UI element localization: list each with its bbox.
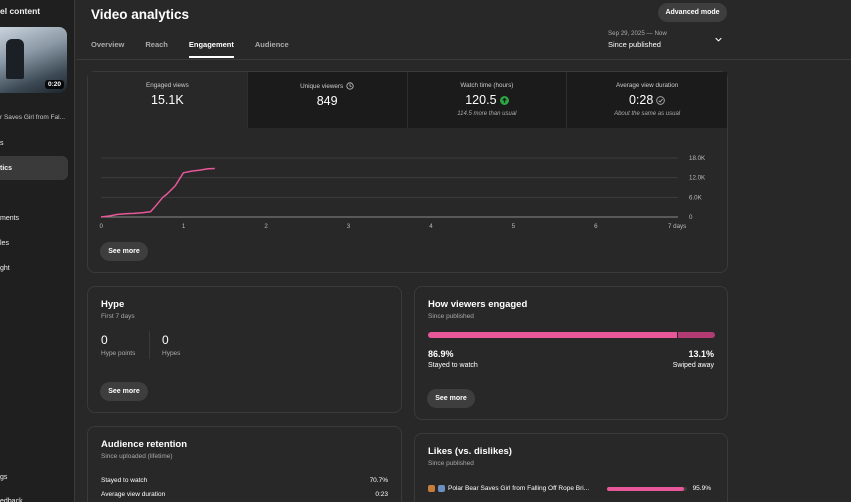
swiped-label: Swiped away	[672, 362, 714, 369]
retention-subtitle: Since uploaded (lifetime)	[101, 453, 173, 460]
swiped-percent: 13.1%	[688, 349, 714, 359]
engaged-title: How viewers engaged	[428, 299, 528, 310]
video-thumb-icon	[438, 485, 445, 492]
stayed-label: Stayed to watch	[428, 362, 478, 369]
likes-bar-fill	[607, 487, 684, 491]
see-more-button[interactable]: See more	[100, 242, 148, 261]
likes-subtitle: Since published	[428, 460, 474, 467]
swiped-bar-segment	[678, 332, 715, 338]
likes-bar-track	[607, 487, 687, 491]
y-tick-label: 6.0K	[689, 194, 703, 201]
retention-row-label: Average view duration	[101, 491, 166, 498]
x-tick-label: 4	[429, 223, 433, 230]
hype-title: Hype	[101, 299, 125, 310]
x-tick-label: 5	[512, 223, 516, 230]
retention-row-value: 0:23	[375, 491, 388, 498]
retention-title: Audience retention	[101, 439, 188, 450]
engaged-views-line	[100, 167, 215, 218]
likes-title: Likes (vs. dislikes)	[428, 446, 512, 457]
viewers-engaged-card: How viewers engaged Since published 86.9…	[414, 286, 728, 420]
y-tick-label: 0	[689, 214, 693, 221]
hype-points-value: 0	[101, 333, 108, 347]
retention-row-value: 70.7%	[369, 477, 388, 484]
retention-row-label: Stayed to watch	[101, 477, 148, 484]
x-tick-label: 0	[100, 223, 104, 230]
likes-video-title: Polar Bear Saves Girl from Falling Off R…	[448, 485, 590, 492]
hype-points-label: Hype points	[101, 350, 136, 357]
hype-see-more-button[interactable]: See more	[100, 382, 148, 401]
engaged-see-more-button[interactable]: See more	[427, 389, 475, 408]
x-tick-label: 1	[182, 223, 186, 230]
x-tick-label: 3	[347, 223, 351, 230]
hype-card: Hype First 7 days 0 Hype points 0 Hypes …	[87, 286, 402, 413]
x-tick-label: 6	[594, 223, 598, 230]
x-tick-label: 2	[264, 223, 268, 230]
y-tick-label: 12.0K	[689, 175, 706, 182]
engaged-subtitle: Since published	[428, 313, 474, 320]
audience-retention-card: Audience retention Since uploaded (lifet…	[87, 426, 402, 502]
video-thumb-icon	[428, 485, 435, 492]
hypes-label: Hypes	[162, 350, 181, 357]
stayed-percent: 86.9%	[428, 349, 454, 359]
hypes-value: 0	[162, 333, 169, 347]
likes-percent: 95.9%	[692, 485, 711, 492]
x-tick-label: 7 days	[668, 223, 686, 230]
engaged-bar	[428, 332, 715, 338]
hype-subtitle: First 7 days	[101, 313, 135, 320]
y-tick-label: 18.0K	[689, 155, 706, 162]
likes-video-row: Polar Bear Saves Girl from Falling Off R…	[428, 485, 589, 492]
stayed-bar-segment	[428, 332, 678, 338]
hype-divider	[149, 331, 150, 359]
likes-card: Likes (vs. dislikes) Since published Pol…	[414, 433, 728, 502]
